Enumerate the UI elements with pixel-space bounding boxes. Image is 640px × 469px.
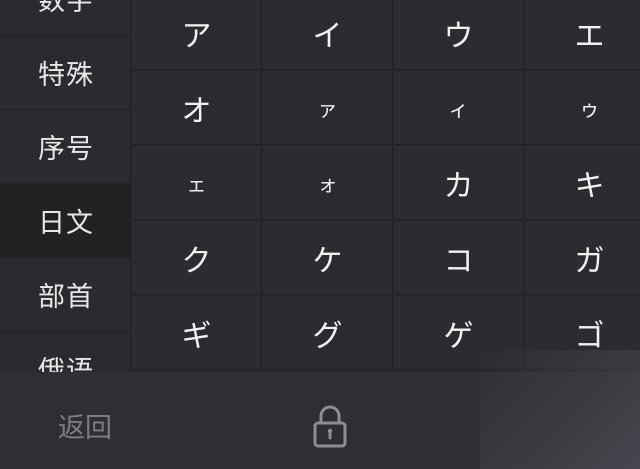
char-key[interactable]: ゥ bbox=[525, 71, 640, 145]
category-radicals[interactable]: 部首 bbox=[0, 258, 130, 332]
character-grid: ア イ ウ エ オ ァ ィ ゥ ェ ォ カ キ ク ケ コ ガ ギ グ ゲ ゴ bbox=[132, 0, 640, 372]
category-special[interactable]: 特殊 bbox=[0, 36, 130, 110]
category-label: 日文 bbox=[38, 208, 94, 239]
char-key[interactable]: ク bbox=[132, 221, 262, 295]
char-key[interactable]: キ bbox=[525, 146, 640, 220]
char-key[interactable]: ア bbox=[132, 0, 262, 70]
char-key[interactable]: ウ bbox=[394, 0, 524, 70]
category-label: 数字 bbox=[38, 0, 94, 17]
category-russian[interactable]: 俄语 bbox=[0, 332, 130, 372]
char-key[interactable]: ガ bbox=[525, 221, 640, 295]
char-key[interactable]: ィ bbox=[394, 71, 524, 145]
char-key[interactable]: オ bbox=[132, 71, 262, 145]
lock-icon bbox=[313, 405, 347, 448]
char-key[interactable]: ゴ bbox=[525, 296, 640, 370]
char-key[interactable]: ァ bbox=[263, 71, 393, 145]
char-key[interactable]: コ bbox=[394, 221, 524, 295]
char-key[interactable]: ギ bbox=[132, 296, 262, 370]
char-key[interactable]: ゲ bbox=[394, 296, 524, 370]
category-japanese[interactable]: 日文 bbox=[0, 184, 130, 258]
char-key[interactable]: ォ bbox=[263, 146, 393, 220]
category-label: 俄语 bbox=[38, 356, 94, 372]
back-button[interactable]: 返回 bbox=[40, 400, 130, 450]
symbol-keyboard: 数字 特殊 序号 日文 部首 俄语 ア イ ウ エ オ ァ ィ ゥ ェ ォ カ … bbox=[0, 0, 640, 469]
category-label: 序号 bbox=[38, 134, 94, 165]
category-numbers[interactable]: 数字 bbox=[0, 0, 130, 36]
char-key[interactable]: エ bbox=[525, 0, 640, 70]
char-key[interactable]: イ bbox=[263, 0, 393, 70]
char-key[interactable]: ケ bbox=[263, 221, 393, 295]
category-ordinal[interactable]: 序号 bbox=[0, 110, 130, 184]
lock-button[interactable] bbox=[300, 398, 360, 454]
char-key[interactable]: カ bbox=[394, 146, 524, 220]
category-label: 特殊 bbox=[38, 60, 94, 91]
category-label: 部首 bbox=[38, 282, 94, 313]
category-sidebar[interactable]: 数字 特殊 序号 日文 部首 俄语 bbox=[0, 0, 131, 372]
char-key[interactable]: ェ bbox=[132, 146, 262, 220]
char-key[interactable]: グ bbox=[263, 296, 393, 370]
keyboard-bottom-bar: 返回 bbox=[0, 372, 640, 469]
